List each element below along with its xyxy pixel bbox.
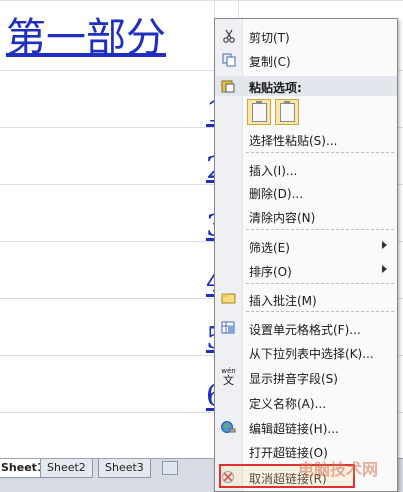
menu-item-edit-hyperlink[interactable]: 编辑超链接(H)... bbox=[215, 416, 397, 438]
paste-options-header: 粘贴选项: bbox=[215, 76, 397, 96]
watermark: 电脑技术网 bbox=[298, 460, 379, 479]
menu-item-cut[interactable]: 剪切(T) bbox=[215, 25, 397, 47]
menu-item-label: 剪切(T) bbox=[249, 31, 290, 45]
title-cell-link[interactable]: 第一部分 bbox=[6, 12, 166, 64]
menu-separator bbox=[246, 283, 394, 284]
menu-item-filter[interactable]: 筛选(E) bbox=[215, 235, 397, 257]
menu-separator bbox=[246, 229, 394, 230]
menu-item-sort[interactable]: 排序(O) bbox=[215, 259, 397, 281]
scissors-icon bbox=[221, 29, 236, 43]
clipboard-brush-icon bbox=[252, 101, 267, 122]
menu-item-define-name[interactable]: 定义名称(A)... bbox=[215, 391, 397, 413]
submenu-arrow-icon bbox=[382, 265, 387, 273]
menu-item-format-cells[interactable]: 设置单元格格式(F)... bbox=[215, 317, 397, 339]
paste-option-formatting-button[interactable] bbox=[247, 99, 271, 125]
grid-line bbox=[0, 0, 403, 1]
format-cells-icon bbox=[221, 321, 236, 335]
menu-item-delete[interactable]: 删除(D)... bbox=[215, 181, 397, 203]
comment-icon bbox=[221, 292, 236, 306]
tab-sheet3[interactable]: Sheet3 bbox=[98, 459, 151, 478]
menu-item-pick-from-list[interactable]: 从下拉列表中选择(K)... bbox=[215, 341, 397, 363]
menu-item-insert-comment[interactable]: 插入批注(M) bbox=[215, 288, 397, 310]
hyperlink-globe-icon bbox=[221, 420, 236, 434]
menu-item-insert[interactable]: 插入(I)... bbox=[215, 158, 397, 180]
tab-sheet2[interactable]: Sheet2 bbox=[40, 459, 93, 478]
menu-separator bbox=[246, 311, 394, 312]
menu-item-paste-special[interactable]: 选择性粘贴(S)... bbox=[215, 128, 397, 150]
menu-item-clear-contents[interactable]: 清除内容(N) bbox=[215, 205, 397, 227]
menu-item-copy[interactable]: 复制(C) bbox=[215, 49, 397, 71]
paste-option-values-button[interactable] bbox=[275, 99, 299, 125]
phonetic-icon: wén 文 bbox=[221, 367, 236, 387]
paste-icon bbox=[221, 79, 235, 96]
menu-separator bbox=[246, 152, 394, 153]
insert-sheet-icon[interactable] bbox=[162, 461, 178, 475]
context-menu: 剪切(T) 复制(C) 粘贴选项: 选择性粘贴(S)... 插入(I)... 删… bbox=[214, 18, 398, 492]
menu-item-label: 复制(C) bbox=[249, 55, 291, 69]
clipboard-icon bbox=[280, 101, 295, 122]
menu-item-show-phonetic[interactable]: wén 文 显示拼音字段(S) bbox=[215, 366, 397, 388]
submenu-arrow-icon bbox=[382, 241, 387, 249]
copy-icon bbox=[221, 53, 236, 67]
